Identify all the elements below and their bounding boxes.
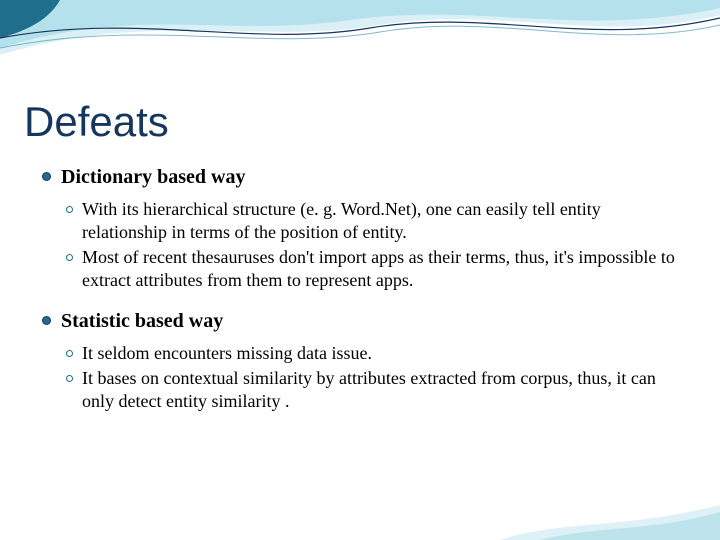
slide-title: Defeats — [0, 0, 720, 146]
sub-list: It seldom encounters missing data issue.… — [42, 338, 680, 429]
bullet-icon — [66, 375, 73, 382]
bottom-wave-decoration — [0, 500, 720, 540]
list-item-text: It seldom encounters missing data issue. — [82, 342, 372, 365]
list-item: With its hierarchical structure (e. g. W… — [66, 198, 680, 244]
list-item: It seldom encounters missing data issue. — [66, 342, 680, 365]
list-item-text: With its hierarchical structure (e. g. W… — [82, 198, 680, 244]
bullet-icon — [42, 172, 51, 181]
bullet-list: Dictionary based way With its hierarchic… — [0, 146, 720, 429]
list-item-text: Most of recent thesauruses don't import … — [82, 246, 680, 292]
list-item: It bases on contextual similarity by att… — [66, 367, 680, 413]
bullet-icon — [66, 254, 73, 261]
section-heading: Dictionary based way — [42, 164, 680, 190]
bullet-icon — [66, 350, 73, 357]
list-item: Most of recent thesauruses don't import … — [66, 246, 680, 292]
bullet-icon — [42, 316, 51, 325]
section-heading-text: Statistic based way — [61, 308, 223, 334]
sub-list: With its hierarchical structure (e. g. W… — [42, 194, 680, 308]
section-heading-text: Dictionary based way — [61, 164, 245, 190]
section-heading: Statistic based way — [42, 308, 680, 334]
list-item-text: It bases on contextual similarity by att… — [82, 367, 680, 413]
bullet-icon — [66, 206, 73, 213]
